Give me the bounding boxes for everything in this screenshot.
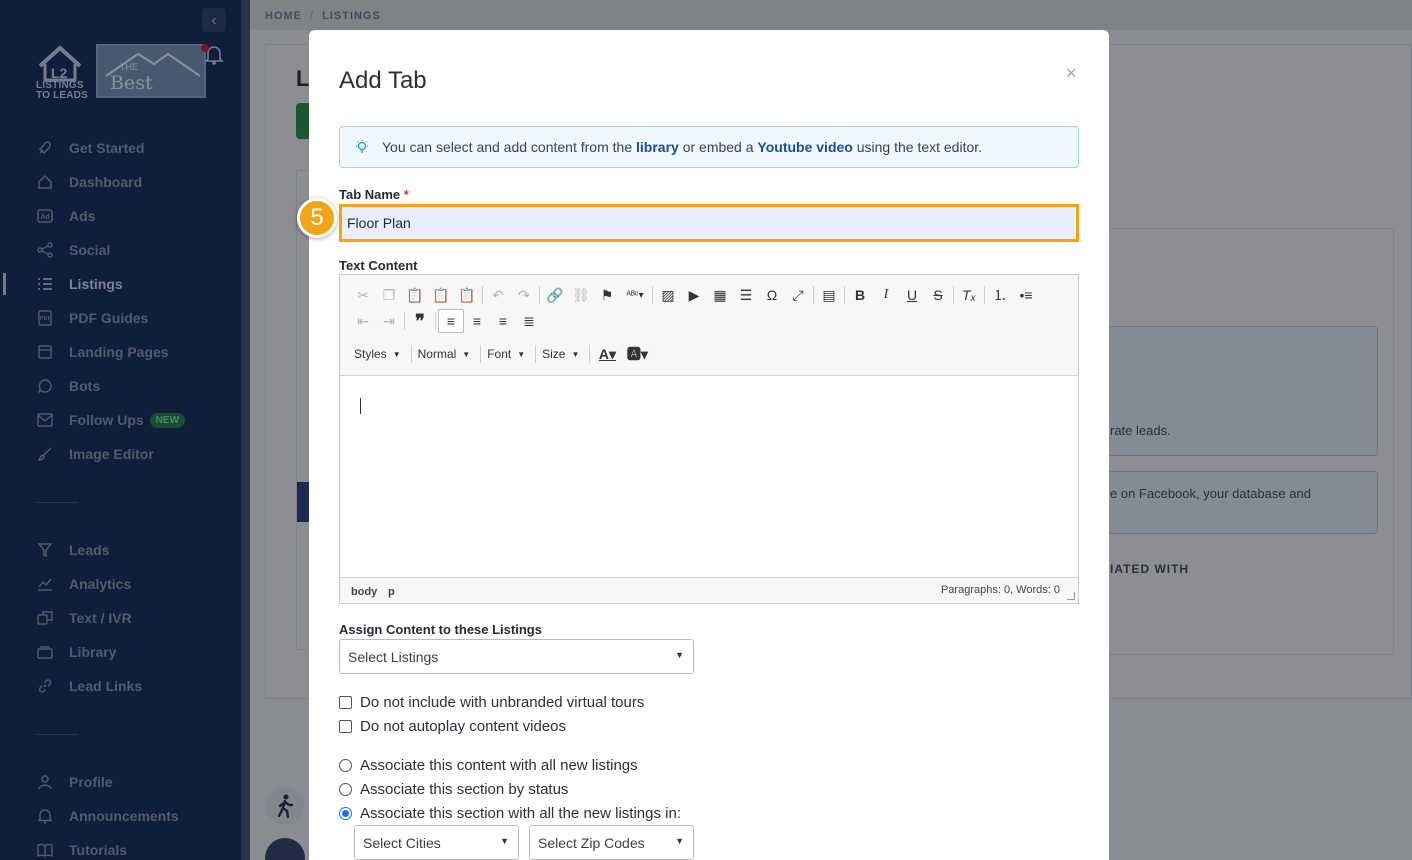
text-cursor — [360, 398, 361, 414]
toolbar-row-1: ✂ ❐ 📋 📋 📋 ↶ ↷ 🔗 ⛓ ⚑ ᴬᴮᶜ▾ ▨ ▶ ▦ ☰ Ω ⤢ ▤ B… — [350, 283, 1039, 307]
underline-icon[interactable]: U — [899, 283, 925, 307]
styles-dropdown[interactable]: Styles ▼ — [350, 343, 409, 365]
remove-format-icon[interactable]: Tₓ — [956, 283, 982, 307]
image-icon[interactable]: ▨ — [655, 283, 681, 307]
editor-toolbar: ✂ ❐ 📋 📋 📋 ↶ ↷ 🔗 ⛓ ⚑ ᴬᴮᶜ▾ ▨ ▶ ▦ ☰ Ω ⤢ ▤ B… — [340, 275, 1078, 376]
align-center-icon[interactable]: ≡ — [464, 309, 490, 333]
rich-text-editor: ✂ ❐ 📋 📋 📋 ↶ ↷ 🔗 ⛓ ⚑ ᴬᴮᶜ▾ ▨ ▶ ▦ ☰ Ω ⤢ ▤ B… — [339, 274, 1079, 604]
caret-down-icon: ▼ — [571, 349, 580, 359]
paste-word-icon[interactable]: 📋 — [454, 283, 480, 307]
caret-down-icon: ▼ — [500, 836, 509, 846]
checkbox-no-autoplay[interactable]: Do not autoplay content videos — [339, 718, 566, 735]
caret-down-icon: ▼ — [392, 349, 401, 359]
redo-icon[interactable]: ↷ — [511, 283, 537, 307]
align-right-icon[interactable]: ≡ — [490, 309, 516, 333]
align-justify-icon[interactable]: ≣ — [516, 309, 542, 333]
caret-down-icon: ▼ — [675, 650, 684, 660]
align-left-icon[interactable]: ≡ — [438, 309, 464, 333]
horizontal-line-icon[interactable]: ☰ — [733, 283, 759, 307]
resize-handle[interactable] — [1067, 592, 1075, 600]
radio-button-selected[interactable] — [339, 807, 352, 820]
library-link[interactable]: library — [636, 139, 679, 155]
youtube-icon[interactable]: ▶ — [681, 283, 707, 307]
element-path-body[interactable]: body — [351, 586, 377, 598]
blockquote-icon[interactable]: ❞ — [407, 309, 433, 333]
tab-name-input[interactable]: Floor Plan — [339, 204, 1079, 242]
add-tab-modal: Add Tab × You can select and add content… — [309, 30, 1109, 860]
paste-icon[interactable]: 📋 — [402, 283, 428, 307]
toolbar-row-3: Styles ▼ Normal ▼ Font ▼ Size ▼ A▾ 🅰▾ — [350, 342, 652, 366]
checkbox-unbranded-tours[interactable]: Do not include with unbranded virtual to… — [339, 694, 644, 711]
info-box: You can select and add content from the … — [339, 126, 1079, 168]
strikethrough-icon[interactable]: S — [925, 283, 951, 307]
paste-text-icon[interactable]: 📋 — [428, 283, 454, 307]
radio-button[interactable] — [339, 759, 352, 772]
font-dropdown[interactable]: Font ▼ — [483, 343, 533, 365]
numbered-list-icon[interactable]: ⒈ — [987, 283, 1013, 307]
anchor-flag-icon[interactable]: ⚑ — [594, 283, 620, 307]
modal-title: Add Tab — [339, 67, 427, 94]
tab-name-label: Tab Name * — [339, 187, 409, 202]
editor-content-area[interactable] — [340, 376, 1078, 577]
checkbox[interactable] — [339, 720, 352, 733]
radio-all-new-listings[interactable]: Associate this content with all new list… — [339, 757, 638, 774]
spellcheck-icon[interactable]: ᴬᴮᶜ▾ — [620, 283, 650, 307]
background-color-icon[interactable]: 🅰▾ — [622, 342, 652, 366]
cut-icon[interactable]: ✂ — [350, 283, 376, 307]
step-number-badge: 5 — [297, 198, 337, 238]
select-cities-dropdown[interactable]: Select Cities ▼ — [354, 825, 519, 860]
text-content-label: Text Content — [339, 258, 418, 273]
outdent-icon[interactable]: ⇤ — [350, 309, 376, 333]
select-zip-codes-dropdown[interactable]: Select Zip Codes ▼ — [529, 825, 694, 860]
bulleted-list-icon[interactable]: •≡ — [1013, 283, 1039, 307]
close-icon[interactable]: × — [1066, 63, 1077, 84]
maximize-icon[interactable]: ⤢ — [785, 283, 811, 307]
assign-content-label: Assign Content to these Listings — [339, 622, 542, 637]
link-icon[interactable]: 🔗 — [542, 283, 568, 307]
indent-icon[interactable]: ⇥ — [376, 309, 402, 333]
undo-icon[interactable]: ↶ — [485, 283, 511, 307]
word-count: Paragraphs: 0, Words: 0 — [940, 584, 1060, 596]
italic-icon[interactable]: I — [873, 283, 899, 307]
size-dropdown[interactable]: Size ▼ — [538, 343, 587, 365]
editor-status-bar: body p Paragraphs: 0, Words: 0 — [340, 577, 1078, 603]
format-dropdown[interactable]: Normal ▼ — [414, 343, 479, 365]
radio-new-listings-in[interactable]: Associate this section with all the new … — [339, 805, 681, 822]
special-char-icon[interactable]: Ω — [759, 283, 785, 307]
caret-down-icon: ▼ — [675, 836, 684, 846]
select-listings-dropdown[interactable]: Select Listings ▼ — [339, 639, 694, 674]
text-color-icon[interactable]: A▾ — [592, 342, 622, 366]
caret-down-icon: ▼ — [517, 349, 526, 359]
element-path-p[interactable]: p — [388, 586, 395, 598]
lightbulb-icon — [356, 140, 368, 153]
checkbox[interactable] — [339, 696, 352, 709]
youtube-video-link[interactable]: Youtube video — [757, 139, 852, 155]
copy-icon[interactable]: ❐ — [376, 283, 402, 307]
info-text: You can select and add content from the … — [382, 139, 983, 155]
radio-by-status[interactable]: Associate this section by status — [339, 781, 568, 798]
source-icon[interactable]: ▤ — [816, 283, 842, 307]
table-icon[interactable]: ▦ — [707, 283, 733, 307]
unlink-icon[interactable]: ⛓ — [568, 283, 594, 307]
bold-icon[interactable]: B — [847, 283, 873, 307]
toolbar-row-2: ⇤ ⇥ ❞ ≡ ≡ ≡ ≣ — [350, 309, 542, 333]
radio-button[interactable] — [339, 783, 352, 796]
caret-down-icon: ▼ — [462, 349, 471, 359]
